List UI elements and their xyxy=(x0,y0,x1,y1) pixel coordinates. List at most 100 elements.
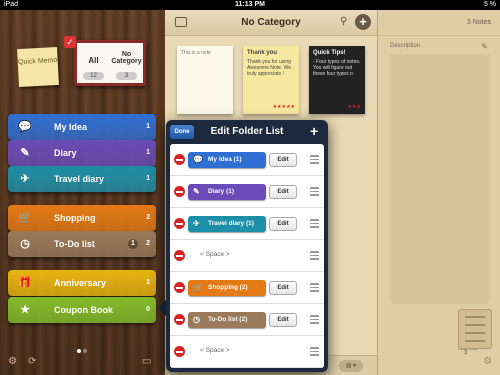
folder-count: 1 xyxy=(146,279,150,286)
folder-alert-count: 1 xyxy=(128,239,138,249)
add-note-button[interactable]: + xyxy=(355,14,371,30)
reorder-handle-icon[interactable] xyxy=(310,219,319,230)
all-notes-book[interactable]: ✓ All 12 No Category 3 xyxy=(64,36,146,86)
folder-shopping[interactable]: 🛒 Shopping 2 xyxy=(8,205,156,231)
speech-bubble-icon: 💬 xyxy=(18,121,32,133)
delete-icon[interactable] xyxy=(174,314,185,325)
reorder-handle-icon[interactable] xyxy=(310,283,319,294)
folder-count: 2 xyxy=(146,240,150,247)
clock: 11:13 PM xyxy=(235,1,265,8)
folder-chip: ✈ Travel diary (1) xyxy=(188,216,266,232)
folder-my-idea[interactable]: 💬 My Idea 1 xyxy=(8,114,156,140)
space-row: < Space > xyxy=(170,336,324,368)
popover-header: Done Edit Folder List + xyxy=(166,120,328,142)
delete-icon[interactable] xyxy=(174,218,185,229)
note-card[interactable]: This is a note xyxy=(177,46,233,114)
note-card[interactable]: Thank you Thank you for using Awesome No… xyxy=(243,46,299,114)
folder-name: My Idea xyxy=(54,122,88,132)
edit-button[interactable]: Edit xyxy=(269,153,297,167)
edit-button[interactable]: Edit xyxy=(269,217,297,231)
popover-title: Edit Folder List xyxy=(210,126,284,137)
reorder-handle-icon[interactable] xyxy=(310,155,319,166)
document-icon[interactable] xyxy=(458,309,492,349)
folder-chip: 💬 My Idea (1) xyxy=(188,152,266,168)
checkbox-icon: ✓ xyxy=(64,36,76,48)
note-body: Thank you for using Awesome Note. We tru… xyxy=(247,59,292,77)
edit-button[interactable]: Edit xyxy=(269,281,297,295)
folder-name: Coupon Book xyxy=(54,305,113,315)
gear-icon[interactable]: ⚙ xyxy=(8,356,17,367)
delete-icon[interactable] xyxy=(174,250,185,261)
rating-stars: ★★★ xyxy=(347,104,361,110)
reorder-handle-icon[interactable] xyxy=(310,187,319,198)
sort-toggle[interactable]: ▤ ▾ xyxy=(339,360,363,372)
folder-anniversary[interactable]: 🎁 Anniversary 1 xyxy=(8,270,156,296)
folder-count: 2 xyxy=(146,214,150,221)
folder-icon[interactable]: ▭ xyxy=(142,356,151,367)
star-icon: ★ xyxy=(20,304,30,316)
delete-icon[interactable] xyxy=(174,154,185,165)
status-bar: iPad 11:13 PM 5 % xyxy=(0,0,500,10)
all-label: All xyxy=(88,56,99,65)
note-body: - Four types of notes. You will figure o… xyxy=(313,59,361,77)
space-label: < Space > xyxy=(200,347,230,354)
folder-coupon-book[interactable]: ★ Coupon Book 0 xyxy=(8,297,156,323)
pencil-icon: ✎ xyxy=(193,187,200,196)
detail-header: 3 Notes xyxy=(378,10,500,36)
folder-row: ✎ Diary (1) Edit xyxy=(170,176,324,208)
folder-name: Diary xyxy=(54,148,77,158)
space-row: < Space > xyxy=(170,240,324,272)
reorder-handle-icon[interactable] xyxy=(310,251,319,262)
folder-chip: ✎ Diary (1) xyxy=(188,184,266,200)
note-title: Quick Tips! xyxy=(313,50,346,56)
folder-row: 💬 My Idea (1) Edit xyxy=(170,144,324,176)
delete-icon[interactable] xyxy=(174,282,185,293)
sync-icon[interactable]: ⟳ xyxy=(28,356,36,367)
note-list-header: No Category ⚲ + xyxy=(165,10,377,36)
folder-to-do-list[interactable]: ◷ To-Do list 1 2 xyxy=(8,231,156,257)
no-category-page[interactable]: No Category 3 xyxy=(110,43,143,83)
description-area[interactable] xyxy=(390,54,490,304)
add-folder-button[interactable]: + xyxy=(310,123,318,139)
page-indicator[interactable] xyxy=(76,340,88,358)
all-notes-page[interactable]: All 12 xyxy=(77,43,110,83)
gear-icon[interactable]: ⚙ xyxy=(483,356,492,367)
folder-label: To-Do list (2) xyxy=(208,316,248,323)
folder-row: ◷ To-Do list (2) Edit xyxy=(170,304,324,336)
rating-stars: ★★★★★ xyxy=(272,104,295,110)
edit-button[interactable]: Edit xyxy=(269,185,297,199)
cart-icon: 🛒 xyxy=(18,212,32,224)
delete-icon[interactable] xyxy=(174,186,185,197)
folder-name: Shopping xyxy=(54,213,96,223)
folder-travel-diary[interactable]: ✈ Travel diary 1 xyxy=(8,166,156,192)
search-icon[interactable]: ⚲ xyxy=(340,16,347,27)
edit-button[interactable]: Edit xyxy=(269,313,297,327)
clock-icon: ◷ xyxy=(193,315,200,324)
folder-count: 1 xyxy=(146,149,150,156)
folder-label: Diary (1) xyxy=(208,188,235,195)
cart-icon: 🛒 xyxy=(193,283,203,292)
delete-icon[interactable] xyxy=(174,346,185,357)
reorder-handle-icon[interactable] xyxy=(310,347,319,358)
folder-name: Travel diary xyxy=(54,174,105,184)
note-card[interactable]: Quick Tips! - Four types of notes. You w… xyxy=(309,46,365,114)
note-title: Thank you xyxy=(247,50,278,56)
folder-row: 🛒 Shopping (2) Edit xyxy=(170,272,324,304)
gift-icon: 🎁 xyxy=(18,277,32,289)
folder-diary[interactable]: ✎ Diary 1 xyxy=(8,140,156,166)
quick-memo-button[interactable]: Quick Memo xyxy=(17,46,59,88)
clock-icon: ◷ xyxy=(20,238,30,250)
description-label: Description xyxy=(390,43,421,49)
folder-name: To-Do list xyxy=(54,239,95,249)
folder-label: My Idea (1) xyxy=(208,156,242,163)
no-category-count: 3 xyxy=(116,72,137,80)
reorder-handle-icon[interactable] xyxy=(310,315,319,326)
folder-edit-list: 💬 My Idea (1) Edit ✎ Diary (1) Edit ✈ Trave… xyxy=(170,144,324,368)
all-count: 12 xyxy=(83,72,104,80)
pencil-icon: ✎ xyxy=(20,147,30,159)
folder-chip: ◷ To-Do list (2) xyxy=(188,312,266,328)
folder-count: 1 xyxy=(146,175,150,182)
folder-count: 1 xyxy=(146,123,150,130)
space-label: < Space > xyxy=(200,251,230,258)
pencil-icon[interactable]: ✎ xyxy=(481,42,488,51)
